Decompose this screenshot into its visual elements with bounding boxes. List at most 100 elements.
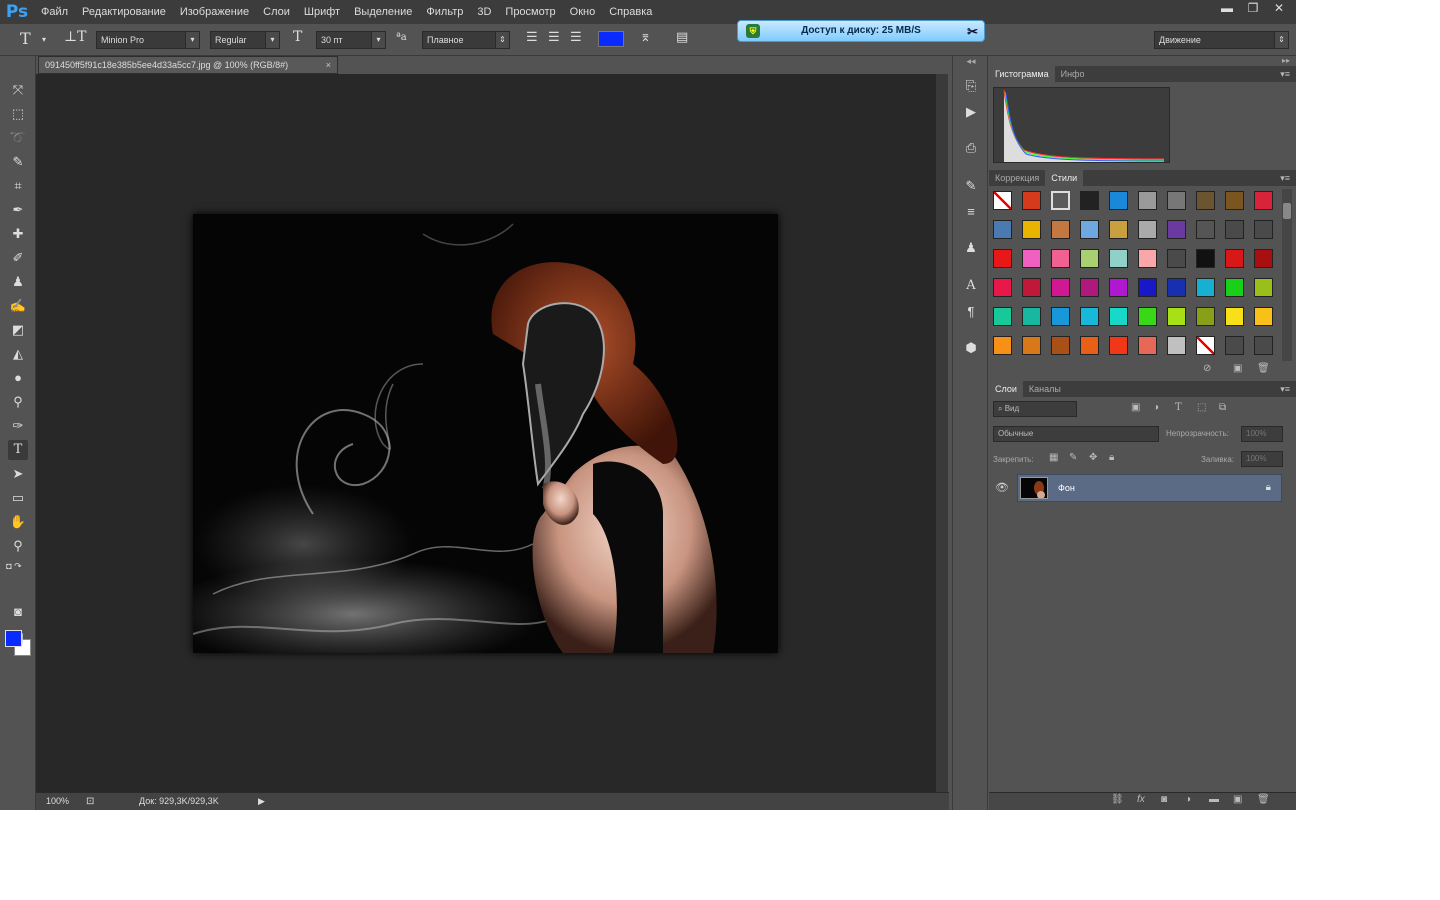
crop-tool-icon[interactable]: ⌗	[8, 176, 28, 196]
tab-layers[interactable]: Слои	[989, 381, 1023, 397]
history-panel-icon[interactable]: ⎘	[961, 76, 981, 96]
eraser-tool-icon[interactable]: ◩	[8, 320, 28, 340]
style-swatch[interactable]	[1109, 307, 1128, 326]
filter-shape-icon[interactable]: ⬚	[1197, 402, 1206, 413]
style-swatch[interactable]	[993, 307, 1012, 326]
style-swatch[interactable]	[1138, 336, 1157, 355]
menu-file[interactable]: Файл	[34, 0, 75, 24]
lasso-tool-icon[interactable]: ➰	[8, 128, 28, 148]
quick-select-tool-icon[interactable]: ✎	[8, 152, 28, 172]
tab-channels[interactable]: Каналы	[1023, 381, 1067, 397]
tab-info[interactable]: Инфо	[1055, 66, 1091, 82]
menu-filter[interactable]: Фильтр	[419, 0, 470, 24]
close-tab-icon[interactable]: ×	[326, 57, 331, 73]
zoom-tool-icon[interactable]: ⚲	[8, 536, 28, 556]
marquee-tool-icon[interactable]: ⬚	[8, 104, 28, 124]
style-swatch[interactable]	[1254, 307, 1273, 326]
style-swatch[interactable]	[1109, 278, 1128, 297]
add-mask-icon[interactable]: ◙	[1161, 794, 1167, 805]
style-swatch[interactable]	[1080, 249, 1099, 268]
tab-histogram[interactable]: Гистограмма	[989, 66, 1055, 82]
lock-transparent-icon[interactable]: ▦	[1049, 452, 1058, 463]
style-swatch[interactable]	[1167, 191, 1186, 210]
layer-comps-icon[interactable]: ⎙	[961, 138, 981, 158]
menu-view[interactable]: Просмотр	[498, 0, 562, 24]
style-swatch[interactable]	[1022, 220, 1041, 239]
style-swatch[interactable]	[1167, 307, 1186, 326]
filter-adjustment-icon[interactable]: ◑	[1153, 402, 1159, 413]
panel-menu-icon[interactable]: ▾≡	[1280, 66, 1290, 82]
style-swatch[interactable]	[1051, 278, 1070, 297]
style-swatch[interactable]	[1051, 220, 1070, 239]
style-swatch[interactable]	[1225, 249, 1244, 268]
style-swatch[interactable]	[1167, 220, 1186, 239]
font-family-select[interactable]: Minion Pro ▾	[96, 31, 200, 49]
layer-style-fx-icon[interactable]: fx	[1137, 794, 1145, 805]
lock-pixels-icon[interactable]: ✎	[1069, 452, 1077, 463]
collapse-dock-icon[interactable]: ◂◂	[961, 56, 981, 68]
style-swatch[interactable]	[1254, 220, 1273, 239]
style-swatch[interactable]	[1138, 191, 1157, 210]
new-layer-icon[interactable]: ▣	[1233, 794, 1242, 805]
move-tool-icon[interactable]: ⤧	[8, 80, 28, 100]
quick-mask-icon[interactable]: ◙	[8, 602, 28, 622]
style-swatch[interactable]	[1254, 249, 1273, 268]
style-swatch[interactable]	[1138, 249, 1157, 268]
style-swatch[interactable]	[1051, 249, 1070, 268]
text-orientation-icon[interactable]: ⊥T	[64, 29, 87, 45]
new-group-icon[interactable]: ▬	[1209, 794, 1219, 805]
align-left-icon[interactable]: ☰	[526, 30, 538, 45]
style-swatch[interactable]	[1109, 249, 1128, 268]
align-center-icon[interactable]: ☰	[548, 30, 560, 45]
panel-menu-icon[interactable]: ▾≡	[1280, 381, 1290, 397]
style-swatch[interactable]	[1109, 191, 1128, 210]
path-selection-tool-icon[interactable]: ➤	[8, 464, 28, 484]
style-swatch[interactable]	[1051, 191, 1070, 210]
style-swatch[interactable]	[1138, 278, 1157, 297]
style-swatch[interactable]	[1196, 336, 1215, 355]
type-tool-icon[interactable]: T	[20, 29, 31, 48]
clear-style-icon[interactable]: ⊘	[1203, 363, 1211, 374]
maximize-button[interactable]: ❐	[1240, 0, 1266, 18]
style-swatch[interactable]	[1138, 220, 1157, 239]
warp-text-icon[interactable]: ⌆	[640, 30, 651, 45]
default-colors-icon[interactable]: ◘ ↷	[4, 556, 24, 576]
visibility-eye-icon[interactable]: 👁︎	[995, 481, 1009, 494]
delete-style-icon[interactable]: 🗑	[1257, 363, 1270, 374]
font-size-select[interactable]: 30 пт ▾	[316, 31, 386, 49]
hand-tool-icon[interactable]: ✋	[8, 512, 28, 532]
character-panel-icon[interactable]: ▤	[676, 30, 688, 45]
lock-all-icon[interactable]: 🔒︎	[1109, 452, 1114, 463]
style-swatch[interactable]	[993, 191, 1012, 210]
collapse-panels-icon[interactable]: ▸▸	[989, 56, 1296, 66]
menu-edit[interactable]: Редактирование	[75, 0, 173, 24]
style-swatch[interactable]	[1022, 307, 1041, 326]
paint-bucket-tool-icon[interactable]: ◭	[8, 344, 28, 364]
style-swatch[interactable]	[1109, 220, 1128, 239]
lock-position-icon[interactable]: ✥	[1089, 452, 1097, 463]
menu-window[interactable]: Окно	[563, 0, 603, 24]
status-menu-arrow-icon[interactable]: ▶	[258, 793, 265, 810]
history-brush-tool-icon[interactable]: ✍	[8, 296, 28, 316]
style-swatch[interactable]	[993, 220, 1012, 239]
menu-image[interactable]: Изображение	[173, 0, 256, 24]
style-swatch[interactable]	[1051, 336, 1070, 355]
align-right-icon[interactable]: ☰	[570, 30, 582, 45]
healing-brush-tool-icon[interactable]: ✚	[8, 224, 28, 244]
minimize-button[interactable]: ▬	[1214, 0, 1240, 18]
layer-lock-icon[interactable]: 🔒︎	[1266, 475, 1271, 501]
scrollbar-thumb[interactable]	[1283, 203, 1291, 219]
style-swatch[interactable]	[1022, 249, 1041, 268]
style-swatch[interactable]	[1022, 191, 1041, 210]
rectangle-tool-icon[interactable]: ▭	[8, 488, 28, 508]
layer-filter-select[interactable]: ⌕ Вид	[993, 401, 1077, 417]
style-swatch[interactable]	[1138, 307, 1157, 326]
style-swatch[interactable]	[1254, 278, 1273, 297]
opacity-field[interactable]: 100%	[1241, 426, 1283, 442]
style-swatch[interactable]	[993, 278, 1012, 297]
paragraph-panel-icon[interactable]: ¶	[961, 302, 981, 322]
filter-pixel-icon[interactable]: ▣	[1131, 402, 1140, 413]
style-swatch[interactable]	[1254, 191, 1273, 210]
tab-styles[interactable]: Стили	[1045, 170, 1084, 186]
close-button[interactable]: ✕	[1266, 0, 1292, 18]
